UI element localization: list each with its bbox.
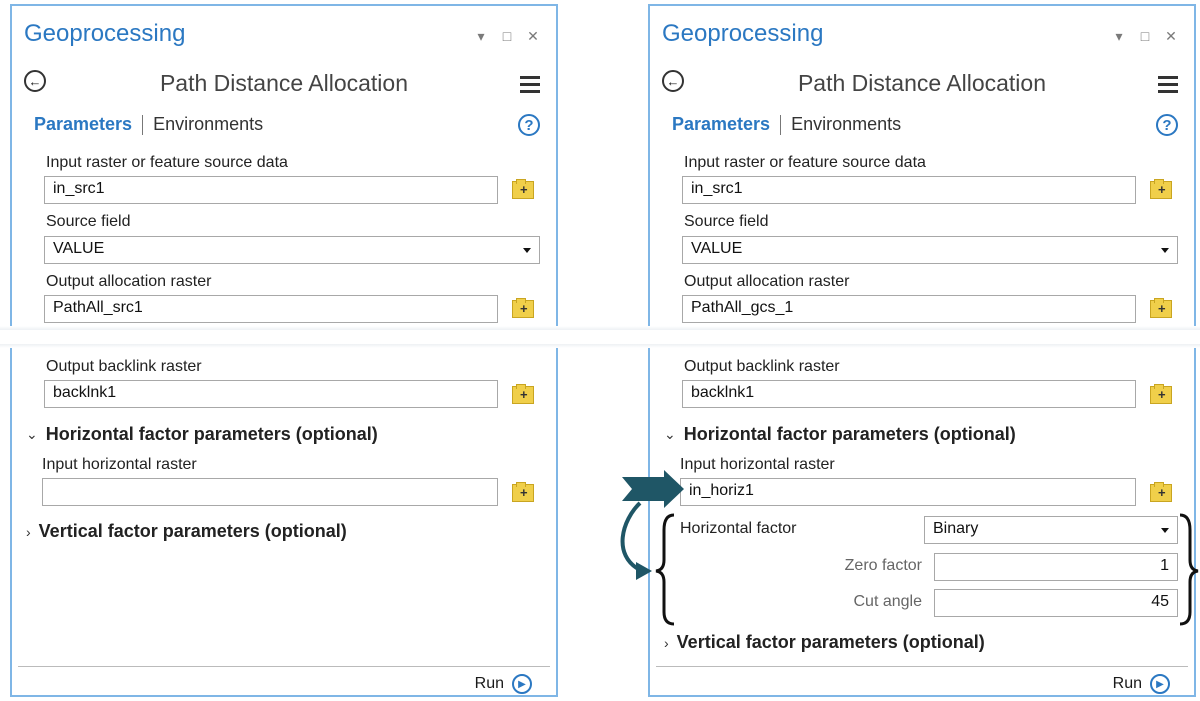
footer-divider	[656, 666, 1188, 667]
annotation-curve-arrow-icon	[620, 501, 642, 572]
input-horiz-field[interactable]	[42, 478, 498, 506]
tool-title: Path Distance Allocation	[159, 70, 409, 96]
pane-options-icon[interactable]: ▾	[474, 28, 488, 44]
close-icon[interactable]: ✕	[1164, 28, 1178, 44]
horiz-factor-value: Binary	[933, 520, 979, 537]
source-field-value: VALUE	[53, 240, 105, 257]
maximize-icon[interactable]: □	[1138, 28, 1152, 44]
browse-folder-icon[interactable]: +	[1150, 298, 1172, 318]
run-button[interactable]: Run ▶	[1113, 674, 1170, 694]
browse-folder-icon[interactable]: +	[512, 384, 534, 404]
hamburger-menu-icon[interactable]	[520, 76, 540, 97]
zero-factor-label: Zero factor	[844, 557, 922, 574]
tab-environments[interactable]: Environments	[791, 114, 901, 135]
backlink-field[interactable]: backlnk1	[682, 380, 1136, 408]
pane-title: Geoprocessing	[662, 20, 824, 47]
chevron-right-icon: ›	[664, 634, 669, 651]
output-alloc-field[interactable]: PathAll_src1	[44, 295, 498, 323]
play-icon: ▶	[1150, 674, 1170, 694]
vertical-factor-section[interactable]: › Vertical factor parameters (optional)	[26, 521, 347, 542]
input-horiz-label: Input horizontal raster	[42, 456, 197, 473]
input-src-field[interactable]: in_src1	[44, 176, 498, 204]
cut-angle-label: Cut angle	[853, 593, 923, 610]
hamburger-menu-icon[interactable]	[1158, 76, 1178, 97]
backlink-label: Output backlink raster	[46, 358, 202, 375]
chevron-down-icon: ⌄	[26, 426, 38, 442]
source-field-select[interactable]: VALUE	[682, 236, 1178, 264]
run-label: Run	[1112, 675, 1142, 692]
vertical-factor-section[interactable]: › Vertical factor parameters (optional)	[664, 632, 985, 653]
source-field-label: Source field	[46, 213, 131, 230]
section-label: Vertical factor parameters (optional)	[676, 632, 985, 652]
tab-bar: Parameters Environments	[34, 114, 263, 135]
cut-edge-bottom	[0, 344, 1200, 348]
browse-folder-icon[interactable]: +	[1150, 482, 1172, 502]
image-cut-band	[0, 330, 1200, 344]
chevron-down-icon	[1161, 248, 1169, 253]
chevron-down-icon: ⌄	[664, 426, 676, 442]
window-controls: ▾ □ ✕	[1112, 28, 1178, 44]
input-horiz-label: Input horizontal raster	[680, 456, 835, 473]
horiz-factor-label: Horizontal factor	[680, 520, 797, 537]
source-field-select[interactable]: VALUE	[44, 236, 540, 264]
zero-factor-field[interactable]: 1	[934, 553, 1178, 581]
browse-folder-icon[interactable]: +	[512, 482, 534, 502]
section-label: Horizontal factor parameters (optional)	[683, 424, 1016, 444]
geoprocessing-pane-left: Geoprocessing ▾ □ ✕ ← Path Distance Allo…	[10, 4, 558, 697]
tab-environments[interactable]: Environments	[153, 114, 263, 135]
help-icon[interactable]: ?	[1156, 114, 1178, 136]
tab-parameters[interactable]: Parameters	[34, 114, 132, 135]
tab-bar: Parameters Environments	[672, 114, 901, 135]
footer-divider	[18, 666, 550, 667]
horizontal-factor-section[interactable]: ⌄ Horizontal factor parameters (optional…	[664, 424, 1016, 445]
browse-folder-icon[interactable]: +	[512, 179, 534, 199]
geoprocessing-pane-right: Geoprocessing ▾ □ ✕ ← Path Distance Allo…	[648, 4, 1196, 697]
source-field-label: Source field	[684, 213, 769, 230]
chevron-right-icon: ›	[26, 523, 31, 540]
tab-parameters[interactable]: Parameters	[672, 114, 770, 135]
tab-divider	[780, 114, 782, 135]
window-controls: ▾ □ ✕	[474, 28, 540, 44]
output-alloc-label: Output allocation raster	[684, 273, 850, 290]
browse-folder-icon[interactable]: +	[1150, 179, 1172, 199]
section-label: Horizontal factor parameters (optional)	[45, 424, 378, 444]
pane-options-icon[interactable]: ▾	[1112, 28, 1126, 44]
tool-title: Path Distance Allocation	[797, 70, 1047, 96]
horizontal-factor-section[interactable]: ⌄ Horizontal factor parameters (optional…	[26, 424, 378, 445]
backlink-field[interactable]: backlnk1	[44, 380, 498, 408]
chevron-down-icon	[523, 248, 531, 253]
tab-divider	[142, 114, 144, 135]
close-icon[interactable]: ✕	[526, 28, 540, 44]
pane-title: Geoprocessing	[24, 20, 186, 47]
help-icon[interactable]: ?	[518, 114, 540, 136]
run-button[interactable]: Run ▶	[475, 674, 532, 694]
input-src-label: Input raster or feature source data	[46, 154, 288, 171]
section-label: Vertical factor parameters (optional)	[38, 521, 347, 541]
browse-folder-icon[interactable]: +	[512, 298, 534, 318]
input-src-label: Input raster or feature source data	[684, 154, 926, 171]
cut-angle-field[interactable]: 45	[934, 589, 1178, 617]
cut-edge-top	[0, 326, 1200, 330]
source-field-value: VALUE	[691, 240, 743, 257]
browse-folder-icon[interactable]: +	[1150, 384, 1172, 404]
input-src-field[interactable]: in_src1	[682, 176, 1136, 204]
input-horiz-field[interactable]: in_horiz1	[680, 478, 1136, 506]
chevron-down-icon	[1161, 528, 1169, 533]
horiz-factor-select[interactable]: Binary	[924, 516, 1178, 544]
play-icon: ▶	[512, 674, 532, 694]
run-label: Run	[474, 675, 504, 692]
maximize-icon[interactable]: □	[500, 28, 514, 44]
backlink-label: Output backlink raster	[684, 358, 840, 375]
output-alloc-label: Output allocation raster	[46, 273, 212, 290]
output-alloc-field[interactable]: PathAll_gcs_1	[682, 295, 1136, 323]
